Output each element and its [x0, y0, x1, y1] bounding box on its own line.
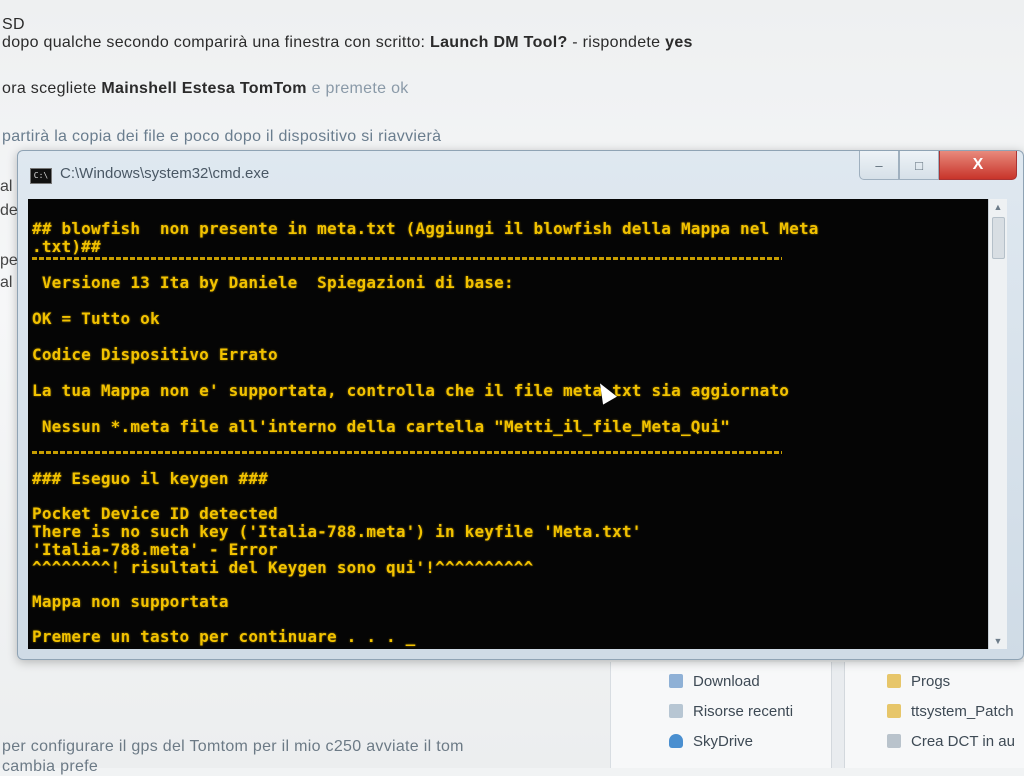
page-text: - rispondete: [567, 34, 666, 51]
console-line: Mappa non supportata: [32, 592, 229, 611]
explorer-item-label: Progs: [911, 672, 951, 690]
console-separator: [32, 451, 782, 454]
folder-icon: [887, 674, 901, 688]
page-line-configure: per configurare il gps del Tomtom per il…: [2, 738, 464, 755]
explorer-item-ttsystem[interactable]: ttsystem_Patch: [887, 696, 1015, 726]
page-bold-text: yes: [665, 34, 693, 51]
page-line-copy: partirà la copia dei file e poco dopo il…: [2, 128, 442, 145]
console-prompt-line: Premere un tasto per continuare . . . _: [32, 627, 416, 646]
console-output[interactable]: ## blowfish non presente in meta.txt (Ag…: [28, 199, 988, 649]
explorer-item-label: Crea DCT in au: [911, 732, 1015, 750]
console-line: Nessun *.meta file all'interno della car…: [32, 417, 731, 436]
close-button[interactable]: X: [939, 151, 1017, 180]
explorer-folder-list: Progs ttsystem_Patch Crea DCT in au: [887, 666, 1015, 756]
page-line-cambia: cambia prefe: [2, 758, 99, 775]
page-stub: de: [0, 202, 18, 219]
minimize-button[interactable]: ‒: [859, 151, 899, 180]
console-line: Pocket Device ID detected: [32, 504, 278, 523]
cmd-window-title: C:\Windows\system32\cmd.exe: [60, 165, 270, 182]
cmd-window[interactable]: C:\ C:\Windows\system32\cmd.exe ‒ □ X ##…: [17, 150, 1024, 660]
explorer-item-label: SkyDrive: [693, 732, 754, 750]
file-icon: [887, 734, 901, 748]
page-line-sd: SD: [2, 16, 25, 33]
page-line-launch: dopo qualche secondo comparirà una fines…: [2, 34, 693, 52]
page-text: ora scegliete: [2, 80, 102, 97]
console-separator: [32, 257, 782, 260]
console-line: .txt)##: [32, 237, 101, 256]
explorer-item-crea-dct[interactable]: Crea DCT in au: [887, 726, 1015, 756]
explorer-item-skydrive[interactable]: SkyDrive: [669, 726, 793, 756]
console-scrollbar[interactable]: ▲ ▼: [988, 199, 1007, 649]
cmd-titlebar[interactable]: C:\ C:\Windows\system32\cmd.exe ‒ □ X: [18, 151, 1023, 193]
window-controls: ‒ □ X: [859, 151, 1017, 180]
explorer-item-label: ttsystem_Patch: [911, 702, 1014, 720]
skydrive-cloud-icon: [669, 734, 683, 748]
console-line: OK = Tutto ok: [32, 309, 160, 328]
page-text: e premete ok: [306, 80, 409, 97]
explorer-favorites-list: Download Risorse recenti SkyDrive: [669, 666, 793, 756]
explorer-navigation-pane: Download Risorse recenti SkyDrive Progs …: [610, 662, 1024, 768]
folder-icon: [887, 704, 901, 718]
scroll-up-arrow-icon[interactable]: ▲: [989, 199, 1007, 215]
console-line: ### Eseguo il keygen ###: [32, 469, 268, 488]
explorer-item-recent[interactable]: Risorse recenti: [669, 696, 793, 726]
console-line: Codice Dispositivo Errato: [32, 345, 278, 364]
cmd-app-icon[interactable]: C:\: [30, 168, 52, 184]
page-stub: pe: [0, 252, 18, 269]
maximize-button[interactable]: □: [899, 151, 939, 180]
explorer-item-progs[interactable]: Progs: [887, 666, 1015, 696]
page-stub: al: [0, 178, 13, 195]
page-bold-text: Mainshell Estesa TomTom: [101, 80, 307, 97]
console-line: ^^^^^^^^! risultati del Keygen sono qui'…: [32, 558, 534, 577]
scrollbar-thumb[interactable]: [992, 217, 1005, 259]
scroll-down-arrow-icon[interactable]: ▼: [989, 633, 1007, 649]
explorer-item-label: Download: [693, 672, 760, 690]
explorer-splitter[interactable]: [831, 662, 845, 768]
explorer-item-label: Risorse recenti: [693, 702, 794, 720]
console-line: There is no such key ('Italia-788.meta')…: [32, 522, 642, 541]
download-folder-icon: [669, 674, 683, 688]
page-stub: al: [0, 274, 13, 291]
page-line-mainshell: ora scegliete Mainshell Estesa TomTom e …: [2, 80, 409, 98]
console-line: Versione 13 Ita by Daniele Spiegazioni d…: [32, 273, 514, 292]
console-line: ## blowfish non presente in meta.txt (Ag…: [32, 219, 819, 238]
page-bold-text: Launch DM Tool?: [430, 34, 568, 51]
page-text: dopo qualche secondo comparirà una fines…: [2, 34, 431, 51]
recent-places-icon: [669, 704, 683, 718]
explorer-item-download[interactable]: Download: [669, 666, 793, 696]
console-line: 'Italia-788.meta' - Error: [32, 540, 278, 559]
console-line: La tua Mappa non e' supportata, controll…: [32, 381, 790, 400]
